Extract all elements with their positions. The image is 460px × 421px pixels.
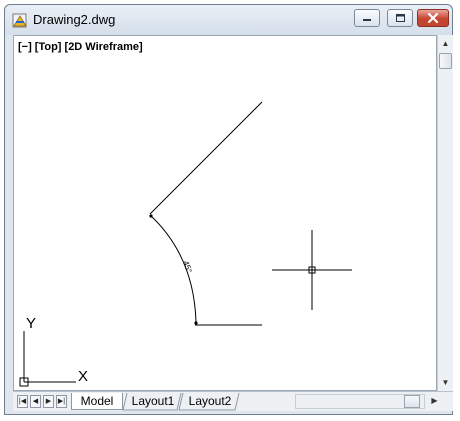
horizontal-scrollbar[interactable] <box>295 394 425 409</box>
maximize-button[interactable] <box>387 9 413 27</box>
minimize-icon <box>363 19 371 21</box>
maximize-icon <box>396 14 405 22</box>
crosshair-cursor <box>272 230 352 310</box>
minimize-button[interactable] <box>354 9 380 27</box>
tab-layout1[interactable]: Layout1 <box>125 393 181 410</box>
next-tab-icon[interactable]: ▶ <box>43 395 54 408</box>
layout-tab-bar: |◀ ◀ ▶ ▶| Model Layout1 Layout2 ▶ <box>13 391 453 411</box>
angled-line <box>149 101 263 215</box>
tab-layout2[interactable]: Layout2 <box>181 393 239 410</box>
vertical-scrollbar[interactable]: ▲ ▼ <box>437 35 453 391</box>
drawing-window: Drawing2.dwg [−] [Top] [2D Wireframe] 45… <box>4 4 453 415</box>
scroll-up-icon[interactable]: ▲ <box>438 37 453 51</box>
scroll-down-icon[interactable]: ▼ <box>438 376 453 390</box>
first-tab-icon[interactable]: |◀ <box>17 395 28 408</box>
dimension-arrow-end <box>194 321 198 325</box>
close-icon <box>427 12 439 24</box>
ucs-x-label: X <box>78 368 88 385</box>
vertical-scroll-thumb[interactable] <box>439 53 452 69</box>
drawing-canvas[interactable]: 45° Y X <box>14 36 436 390</box>
window-title: Drawing2.dwg <box>33 12 116 27</box>
drawing-viewport[interactable]: [−] [Top] [2D Wireframe] 45° Y X <box>13 35 437 391</box>
previous-tab-icon[interactable]: ◀ <box>30 395 41 408</box>
angular-dimension-text: 45° <box>181 260 194 274</box>
close-button[interactable] <box>417 9 449 27</box>
ucs-y-label: Y <box>26 315 36 332</box>
last-tab-icon[interactable]: ▶| <box>56 395 67 408</box>
tab-model[interactable]: Model <box>71 393 123 410</box>
horizontal-scroll-thumb[interactable] <box>404 395 420 408</box>
scroll-right-icon[interactable]: ▶ <box>427 394 442 408</box>
ucs-icon: Y X <box>19 315 88 387</box>
title-bar[interactable]: Drawing2.dwg <box>5 5 452 35</box>
dimension-arrow-start <box>149 214 153 218</box>
autocad-drawing-icon <box>12 13 27 28</box>
